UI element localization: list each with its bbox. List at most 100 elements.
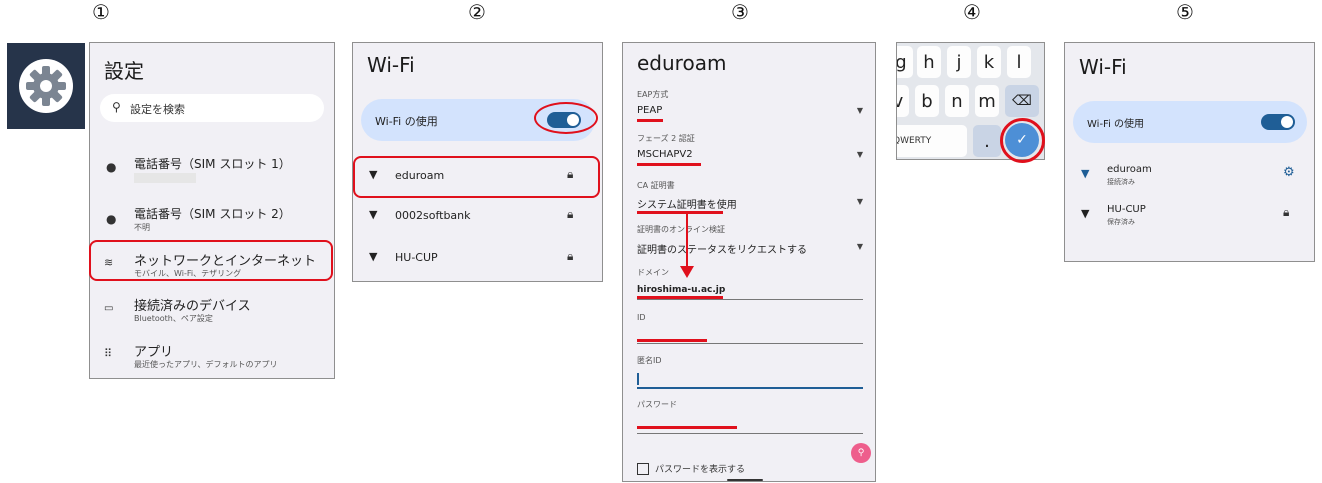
network-name: eduroam	[1107, 164, 1152, 175]
key-n[interactable]: n	[945, 85, 969, 117]
highlight-network-item	[89, 240, 333, 281]
sim1-redacted-number	[134, 173, 196, 183]
step-5-number: ⑤	[1176, 0, 1194, 24]
search-input[interactable]: ⚲ 設定を検索	[100, 94, 324, 122]
wifi-toggle-row[interactable]: Wi-Fi の使用	[1073, 101, 1307, 143]
wifi-signal-icon: ▼	[1081, 207, 1090, 220]
show-password-label: パスワードを表示する	[655, 465, 746, 475]
phase2-value: MSCHAPV2	[637, 149, 693, 160]
ca-value: システム証明書を使用	[637, 200, 737, 211]
password-label: パスワード	[637, 400, 677, 409]
ca-select[interactable]: システム証明書を使用 ▼	[623, 194, 875, 212]
key-k[interactable]: k	[977, 46, 1001, 78]
dropdown-arrow-icon: ▼	[856, 197, 863, 206]
gear-icon[interactable]: ⚙	[1283, 165, 1295, 180]
settings-item-sim1[interactable]: ● 電話番号（SIM スロット 1）	[90, 151, 334, 187]
search-icon: ⚲	[112, 100, 121, 114]
domain-value: hiroshima-u.ac.jp	[637, 285, 726, 295]
domain-label: ドメイン	[637, 268, 669, 277]
eduroam-config-screen: eduroam EAP方式 PEAP ▼ フェーズ 2 認証 MSCHAPV2 …	[622, 42, 876, 482]
flow-arrow	[680, 212, 694, 278]
settings-screen: 設定 ⚲ 設定を検索 ● 電話番号（SIM スロット 1） ● 電話番号（SIM…	[89, 42, 335, 379]
key-v[interactable]: v	[897, 85, 909, 117]
key-m[interactable]: m	[975, 85, 999, 117]
phase2-label: フェーズ 2 認証	[637, 134, 695, 143]
eap-value: PEAP	[637, 105, 663, 116]
gear-icon	[19, 59, 73, 113]
network-item-hucup[interactable]: ▼ HU-CUP 保存済み 🔒︎	[1065, 201, 1314, 231]
key-l[interactable]: l	[1007, 46, 1031, 78]
wifi-signal-icon: ▼	[369, 250, 378, 263]
settings-item-label: アプリ	[134, 345, 174, 360]
person-icon: ●	[106, 160, 117, 174]
checkbox-icon	[637, 463, 649, 475]
highlight-eduroam-item	[353, 156, 600, 198]
wifi-signal-icon: ▼	[369, 208, 378, 221]
settings-item-sim2[interactable]: ● 電話番号（SIM スロット 2） 不明	[90, 203, 334, 239]
wifi-toggle-label: Wi-Fi の使用	[1087, 119, 1145, 130]
key-j[interactable]: j	[947, 46, 971, 78]
page-title: 設定	[104, 59, 144, 83]
dropdown-arrow-icon: ▼	[856, 150, 863, 159]
network-name: 0002softbank	[395, 209, 471, 222]
dropdown-arrow-icon: ▼	[856, 242, 863, 251]
network-item-softbank[interactable]: ▼ 0002softbank 🔒︎	[353, 203, 602, 233]
password-field[interactable]	[637, 415, 863, 433]
devices-icon: ▭	[104, 303, 114, 314]
highlight-toggle	[534, 102, 598, 134]
key-g[interactable]: g	[897, 46, 913, 78]
settings-item-sub: 不明	[134, 223, 150, 232]
dropdown-arrow-icon: ▼	[856, 106, 863, 115]
network-item-eduroam[interactable]: ▼ eduroam 接続済み ⚙	[1065, 161, 1314, 191]
text-cursor	[637, 373, 639, 385]
lock-icon: 🔒︎	[1283, 205, 1290, 219]
id-label: ID	[637, 313, 646, 322]
show-password-checkbox[interactable]: パスワードを表示する	[637, 461, 837, 477]
lock-icon: 🔒︎	[567, 249, 574, 263]
wifi-toggle-switch[interactable]	[1261, 114, 1295, 130]
anon-id-underline	[637, 387, 863, 389]
key-h[interactable]: h	[917, 46, 941, 78]
search-placeholder: 設定を検索	[130, 103, 185, 116]
step-1-number: ①	[92, 0, 110, 24]
backspace-icon: ⌫	[1012, 93, 1032, 109]
wifi-toggle-label: Wi-Fi の使用	[375, 115, 438, 128]
ca-label: CA 証明書	[637, 181, 675, 190]
qwerty-label: QWERTY	[896, 136, 932, 146]
settings-item-sub: 最近使ったアプリ、デフォルトのアプリ	[134, 360, 278, 369]
period-key[interactable]: .	[973, 125, 1001, 157]
settings-item-apps[interactable]: ⠿ アプリ 最近使ったアプリ、デフォルトのアプリ	[90, 339, 334, 373]
settings-item-devices[interactable]: ▭ 接続済みのデバイス Bluetooth、ペア設定	[90, 293, 334, 327]
nav-handle	[727, 479, 763, 481]
wifi-signal-icon: ▼	[1081, 167, 1090, 180]
online-verify-select[interactable]: 証明書のステータスをリクエストする ▼	[623, 239, 875, 257]
network-item-hucup[interactable]: ▼ HU-CUP 🔒︎	[353, 245, 602, 275]
settings-item-sub: Bluetooth、ペア設定	[134, 314, 213, 323]
domain-underline	[637, 299, 863, 300]
lock-icon: 🔒︎	[567, 207, 574, 221]
settings-item-label: 電話番号（SIM スロット 1）	[134, 157, 291, 171]
wifi-result-screen: Wi-Fi Wi-Fi の使用 ▼ eduroam 接続済み ⚙ ▼ HU-CU…	[1064, 42, 1315, 262]
underline-phase2	[637, 163, 701, 166]
fab-button[interactable]: ⚲	[851, 443, 871, 463]
backspace-key[interactable]: ⌫	[1005, 85, 1039, 117]
key-b[interactable]: b	[915, 85, 939, 117]
password-underline	[637, 433, 863, 434]
online-verify-value: 証明書のステータスをリクエストする	[637, 245, 807, 256]
network-name: HU-CUP	[395, 251, 438, 264]
settings-app-icon[interactable]	[7, 43, 85, 129]
underline-id	[637, 339, 707, 342]
search-zoom-icon: ⚲	[857, 448, 865, 458]
page-title: Wi-Fi	[1079, 55, 1127, 79]
step-4-number: ④	[963, 0, 981, 24]
anon-id-label: 匿名ID	[637, 356, 662, 365]
network-status: 保存済み	[1107, 218, 1135, 226]
step-2-number: ②	[468, 0, 486, 24]
step-3-number: ③	[731, 0, 749, 24]
eap-label: EAP方式	[637, 90, 669, 99]
network-name: HU-CUP	[1107, 204, 1146, 215]
person-icon: ●	[106, 212, 117, 226]
settings-item-label: 接続済みのデバイス	[134, 299, 251, 314]
page-title: eduroam	[637, 51, 727, 75]
qwerty-key[interactable]: QWERTY	[896, 125, 967, 157]
